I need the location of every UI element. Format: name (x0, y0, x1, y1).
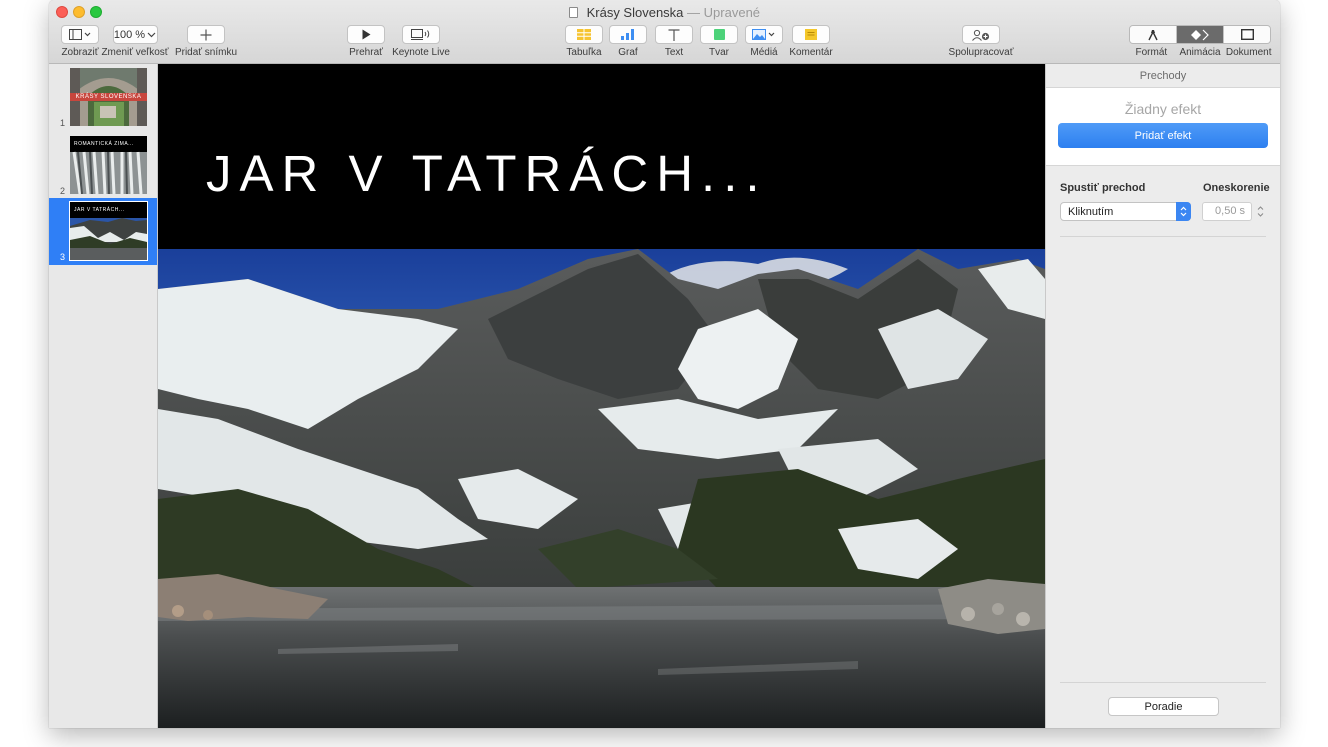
collaborate-icon (972, 29, 990, 41)
inspector-segmented-control[interactable] (1129, 25, 1271, 44)
tab-transitions[interactable]: Prechody (1046, 64, 1280, 88)
add-effect-button[interactable]: Pridať efekt (1058, 123, 1268, 148)
animate-tab-button[interactable] (1176, 26, 1223, 43)
slide-thumbnail-image: KRÁSY SLOVENSKA (70, 68, 147, 126)
slide-thumbnail-title: ROMANTICKÁ ZIMA... (74, 141, 134, 147)
sidebar-view-icon (69, 29, 91, 40)
keynote-live-label: Keynote Live (392, 47, 450, 58)
zoom-control[interactable]: 100 % Zmeniť veľkosť (100, 25, 170, 58)
format-tab-button[interactable] (1130, 26, 1176, 43)
comment-button[interactable] (792, 25, 830, 44)
document-label: Dokument (1225, 47, 1272, 58)
slide-thumbnail-3[interactable]: JAR V TATRÁCH... 3 (49, 198, 157, 265)
text-control[interactable]: Text (655, 25, 693, 58)
section-divider (1060, 236, 1266, 237)
view-control[interactable]: Zobraziť (55, 25, 105, 58)
window-title: Krásy Slovenska — Upravené (49, 5, 1280, 20)
slide-thumbnail-title: KRÁSY SLOVENSKA (70, 93, 147, 101)
start-transition-value: Kliknutím (1068, 205, 1114, 218)
play-label: Prehrať (349, 47, 383, 58)
animate-label: Animácia (1179, 47, 1221, 58)
slide-thumbnail-image: JAR V TATRÁCH... (69, 201, 148, 261)
slide-thumbnail-1[interactable]: KRÁSY SLOVENSKA 1 (49, 64, 157, 131)
animation-inspector: Prechody Žiadny efekt Pridať efekt Spust… (1045, 64, 1280, 728)
start-transition-select[interactable]: Kliknutím (1060, 202, 1191, 221)
media-icon (752, 29, 775, 40)
slide-title[interactable]: JAR V TATRÁCH... (206, 144, 768, 203)
section-divider (1060, 682, 1266, 683)
delay-label: Oneskorenie (1203, 182, 1270, 194)
chart-label: Graf (618, 47, 638, 58)
collaborate-label: Spolupracovať (948, 47, 1014, 58)
shape-button[interactable] (700, 25, 738, 44)
view-label: Zobraziť (61, 47, 99, 58)
media-button[interactable] (745, 25, 783, 44)
collaborate-control[interactable]: Spolupracovať (947, 25, 1015, 58)
slide-navigator: KRÁSY SLOVENSKA 1 ROMANTICKÁ ZIMA... 2 J… (49, 64, 158, 728)
chart-button[interactable] (609, 25, 647, 44)
slide-number: 2 (60, 186, 66, 196)
keynote-live-button[interactable] (402, 25, 440, 44)
slide-canvas[interactable]: JAR V TATRÁCH... (158, 64, 1045, 728)
inspector-segment-labels: Formát Animácia Dokument (1127, 47, 1273, 58)
document-tab-button[interactable] (1223, 26, 1270, 43)
delay-stepper[interactable] (1255, 202, 1265, 221)
stepper-arrows-icon (1257, 206, 1263, 217)
text-button[interactable] (655, 25, 693, 44)
tab-transitions-label: Prechody (1139, 69, 1187, 82)
play-control[interactable]: Prehrať (347, 25, 385, 58)
format-label: Formát (1135, 47, 1168, 58)
chart-icon (621, 29, 634, 40)
toolbar: Krásy Slovenska — Upravené Zobraziť 100 … (49, 0, 1280, 64)
start-transition-label: Spustiť prechod (1060, 182, 1146, 194)
table-label: Tabuľka (566, 47, 602, 58)
zoom-select[interactable]: 100 % (112, 25, 158, 44)
add-slide-control[interactable]: Pridať snímku (174, 25, 238, 58)
shape-label: Tvar (709, 47, 729, 58)
comment-label: Komentár (789, 47, 833, 58)
media-control[interactable]: Médiá (745, 25, 783, 58)
collaborate-button[interactable] (962, 25, 1000, 44)
slide-number: 1 (60, 118, 66, 128)
play-icon (362, 29, 370, 40)
effect-box: Žiadny efekt Pridať efekt (1046, 88, 1280, 166)
mountain-lake-photo[interactable] (158, 249, 1045, 728)
text-icon (668, 28, 680, 41)
paintbrush-icon (1148, 29, 1158, 40)
view-button[interactable] (61, 25, 99, 44)
add-slide-button[interactable] (187, 25, 225, 44)
slide-number: 3 (60, 252, 66, 262)
zoom-label: Zmeniť veľkosť (101, 47, 169, 58)
zoom-value: 100 % (113, 28, 146, 41)
play-button[interactable] (347, 25, 385, 44)
chevron-down-icon (147, 32, 156, 37)
delay-field[interactable]: 0,50 s (1202, 202, 1252, 221)
keynote-live-control[interactable]: Keynote Live (391, 25, 451, 58)
shape-icon (713, 29, 725, 40)
order-button[interactable]: Poradie (1108, 697, 1219, 716)
keynote-window: Krásy Slovenska — Upravené Zobraziť 100 … (49, 0, 1280, 728)
slide-thumbnail-image: ROMANTICKÁ ZIMA... (70, 136, 147, 194)
window-title-status: — Upravené (687, 5, 761, 20)
diamond-icon (1191, 29, 1209, 40)
document-icon (1240, 29, 1254, 40)
media-label: Médiá (750, 47, 778, 58)
text-label: Text (664, 47, 684, 58)
table-icon (577, 29, 591, 40)
no-effect-label: Žiadny efekt (1124, 101, 1202, 117)
document-proxy-icon (568, 7, 578, 18)
chart-control[interactable]: Graf (609, 25, 647, 58)
table-control[interactable]: Tabuľka (565, 25, 603, 58)
window-title-text: Krásy Slovenska (586, 5, 684, 20)
table-button[interactable] (565, 25, 603, 44)
updown-chevron-icon (1176, 202, 1191, 221)
comment-icon (805, 29, 817, 40)
keynote-live-icon (411, 29, 430, 40)
shape-control[interactable]: Tvar (700, 25, 738, 58)
add-slide-label: Pridať snímku (174, 47, 238, 58)
slide-thumbnail-2[interactable]: ROMANTICKÁ ZIMA... 2 (49, 132, 157, 199)
comment-control[interactable]: Komentár (787, 25, 835, 58)
slide-thumbnail-title: JAR V TATRÁCH... (74, 207, 125, 213)
plus-icon (200, 29, 212, 40)
